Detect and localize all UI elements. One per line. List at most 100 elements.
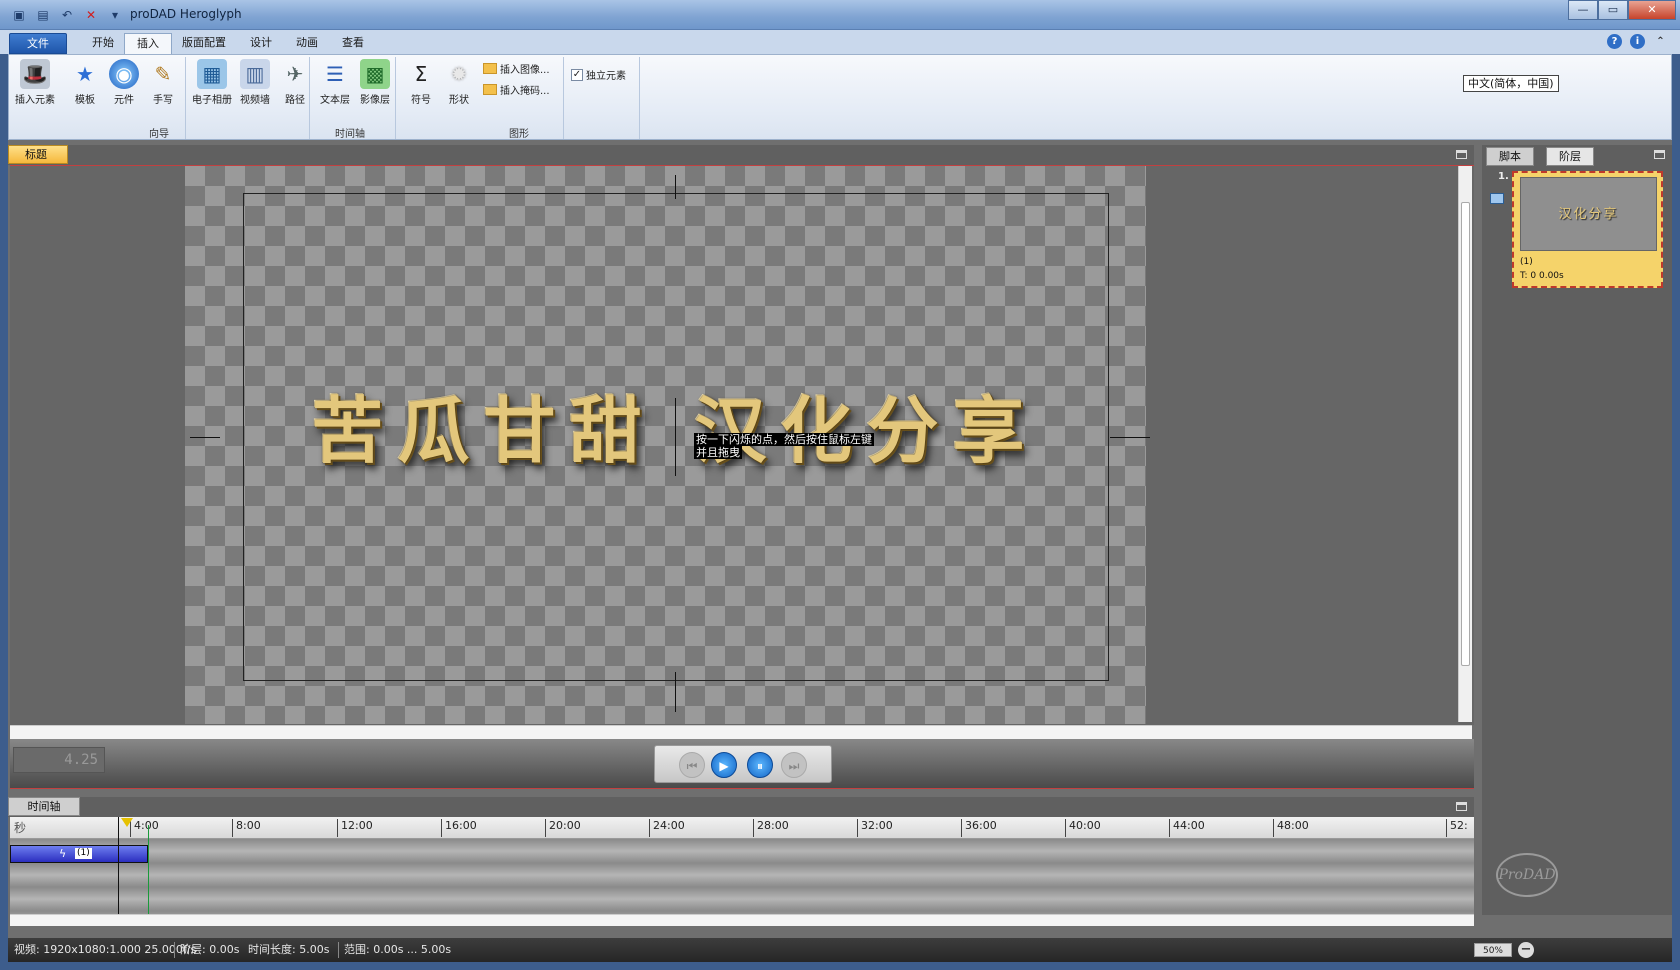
playhead[interactable] — [118, 817, 119, 914]
path-label: 路径 — [285, 95, 305, 106]
group-label-timeline: 时间轴 — [335, 129, 365, 140]
insert-element-button[interactable]: 🎩 插入元素 — [13, 59, 57, 106]
album-label: 电子相册 — [192, 95, 232, 106]
save-icon[interactable]: ▣ — [10, 6, 28, 24]
ruler-tick: 4:00 — [130, 819, 159, 837]
preview-header — [8, 145, 1474, 165]
ruler-tick: 12:00 — [337, 819, 373, 837]
preview-vertical-scrollbar[interactable] — [1458, 166, 1472, 722]
group-label-wizard: 向导 — [149, 129, 169, 140]
video-wall-icon: ▥ — [240, 59, 270, 89]
insert-image-button[interactable]: 插入图像... — [483, 61, 550, 76]
prodad-logo: ProDAD — [1496, 853, 1558, 897]
text-layer-button[interactable]: ☰ 文本层 — [313, 59, 357, 106]
component-button[interactable]: ◉ 元件 — [102, 59, 146, 106]
timeline-tracks[interactable]: ϟ (1) — [10, 839, 1474, 914]
insert-mask-button[interactable]: 插入掩码... — [483, 82, 550, 97]
insert-image-label: 插入图像... — [500, 65, 550, 76]
tab-script[interactable]: 脚本 — [1486, 147, 1534, 166]
right-panel: 脚本 阶层 1. 汉化分享 (1) T: 0 0.00s ProDAD — [1482, 145, 1672, 915]
divider — [174, 942, 175, 958]
close-button[interactable]: ✕ — [1628, 0, 1676, 20]
image-layer-label: 影像层 — [360, 95, 390, 106]
maximize-panel-icon[interactable] — [1456, 150, 1467, 159]
scroll-thumb[interactable] — [1461, 202, 1470, 666]
clip-label: (1) — [75, 848, 92, 859]
path-button[interactable]: ✈ 路径 — [273, 59, 317, 106]
tab-layout[interactable]: 版面配置 — [170, 33, 238, 54]
play-icon[interactable]: ▶ — [711, 752, 737, 778]
divider — [338, 942, 339, 958]
independent-element-label: 独立元素 — [586, 71, 626, 82]
insert-element-label: 插入元素 — [15, 95, 55, 106]
independent-element-checkbox[interactable]: ✓ 独立元素 — [571, 67, 626, 82]
globe-icon: ◉ — [109, 59, 139, 89]
time-ruler[interactable]: 秒 4:00 8:00 12:00 16:00 20:00 24:00 28:0… — [10, 817, 1474, 839]
symbol-label: 符号 — [411, 95, 431, 106]
crosshair-mark — [1110, 437, 1150, 438]
tab-hierarchy[interactable]: 阶层 — [1546, 147, 1594, 166]
divider — [563, 57, 564, 139]
star-icon: ★ — [76, 62, 94, 86]
collapse-ribbon-icon[interactable]: ⌃ — [1653, 34, 1668, 49]
rewind-icon[interactable]: ⏮ — [679, 752, 705, 778]
window-controls: — ▭ ✕ — [1568, 0, 1676, 20]
preview-horizontal-scrollbar[interactable] — [10, 725, 1472, 739]
tab-file[interactable]: 文件 — [9, 33, 67, 54]
item-time: T: 0 0.00s — [1520, 271, 1564, 281]
tab-animation[interactable]: 动画 — [284, 33, 330, 54]
tab-design[interactable]: 设计 — [238, 33, 284, 54]
ruler-tick: 32:00 — [857, 819, 893, 837]
end-marker[interactable] — [148, 825, 149, 914]
timeline-horizontal-scrollbar[interactable] — [10, 914, 1474, 926]
maximize-button[interactable]: ▭ — [1598, 0, 1628, 20]
status-duration: 时间长度: 5.00s — [248, 943, 330, 956]
forward-icon[interactable]: ⏭ — [781, 752, 807, 778]
language-indicator[interactable]: 中文(简体，中国) — [1463, 75, 1559, 92]
transport-bar: 4.25 ⏮ ▶ ⏸ ⏭ — [10, 739, 1474, 789]
dropdown-icon[interactable]: ▾ — [106, 6, 124, 24]
playhead-marker-icon[interactable] — [121, 818, 133, 827]
album-button[interactable]: ▦ 电子相册 — [187, 59, 237, 106]
maximize-panel-icon[interactable] — [1456, 802, 1467, 811]
text-layer-icon: ☰ — [326, 62, 344, 86]
divider — [395, 57, 396, 139]
insert-mask-label: 插入掩码... — [500, 86, 550, 97]
ruler-tick: 44:00 — [1169, 819, 1205, 837]
undo-icon[interactable]: ↶ — [58, 6, 76, 24]
video-wall-button[interactable]: ▥ 视频墙 — [233, 59, 277, 106]
tab-view[interactable]: 查看 — [330, 33, 376, 54]
group-label-graphics: 图形 — [509, 129, 529, 140]
timeline-clip[interactable]: ϟ (1) — [10, 845, 148, 863]
delete-icon[interactable]: ✕ — [82, 6, 100, 24]
help-icon[interactable]: ? — [1607, 34, 1622, 49]
tab-start[interactable]: 开始 — [80, 33, 126, 54]
status-bar: 视频: 1920x1080:1.000 25.000f/s 阶层: 0.00s … — [8, 938, 1672, 962]
pause-icon[interactable]: ⏸ — [747, 752, 773, 778]
tab-timeline[interactable]: 时间轴 — [8, 797, 80, 816]
script-item[interactable]: 汉化分享 (1) T: 0 0.00s — [1512, 171, 1663, 288]
template-button[interactable]: ★ 模板 — [63, 59, 107, 106]
shape-label: 形状 — [449, 95, 469, 106]
handwrite-button[interactable]: ✎ 手写 — [141, 59, 185, 106]
minimize-button[interactable]: — — [1568, 0, 1598, 20]
status-range: 范围: 0.00s ... 5.00s — [344, 943, 452, 956]
maximize-panel-icon[interactable] — [1654, 150, 1665, 159]
checkbox-checked[interactable]: ✓ — [571, 68, 583, 81]
window-title: proDAD Heroglyph — [130, 7, 242, 21]
info-icon[interactable]: i — [1630, 34, 1645, 49]
divider — [185, 57, 186, 139]
shape-button[interactable]: ✹ 形状 — [437, 59, 481, 106]
tab-insert[interactable]: 插入 — [124, 33, 172, 54]
title-text[interactable]: 苦瓜甘甜 汉化分享 — [250, 372, 1100, 477]
ruler-tick: 48:00 — [1273, 819, 1309, 837]
status-level: 阶层: 0.00s — [180, 943, 240, 956]
open-icon[interactable]: ▤ — [34, 6, 52, 24]
crosshair-mark — [675, 672, 676, 712]
template-label: 模板 — [75, 95, 95, 106]
zoom-out-icon[interactable]: − — [1518, 942, 1534, 958]
help-area: ? i ⌃ — [1607, 34, 1668, 49]
image-layer-button[interactable]: ▩ 影像层 — [353, 59, 397, 106]
tab-title[interactable]: 标题 — [8, 145, 68, 164]
zoom-level[interactable]: 50% — [1474, 943, 1512, 957]
